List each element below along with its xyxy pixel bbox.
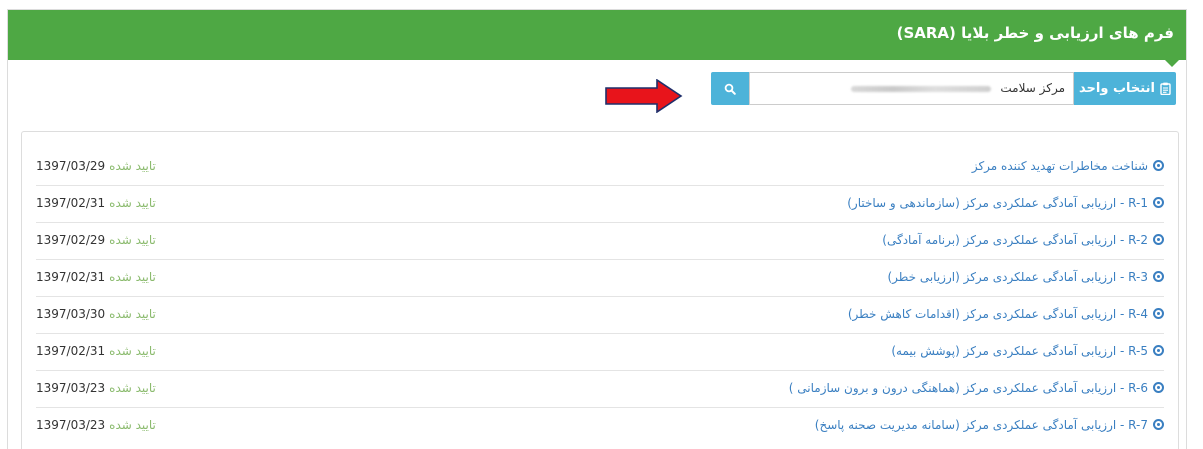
form-status: 1397/02/29 تایید شده [36,233,156,247]
form-status: 1397/02/31 تایید شده [36,270,156,284]
form-date: 1397/03/23 [36,381,106,395]
form-title: R-4 - ارزیابی آمادگی عملکردی مرکز (اقدام… [847,307,1148,321]
status-badge: تایید شده [109,344,156,358]
red-arrow-icon [605,79,683,113]
status-badge: تایید شده [109,159,156,173]
unit-search-input[interactable]: مرکز سلامت [749,72,1074,105]
panel-header: فرم های ارزیابی و خطر بلایا (SARA) [8,10,1186,67]
form-link[interactable]: R-1 - ارزیابی آمادگی عملکردی مرکز (سازما… [847,196,1164,210]
search-button[interactable] [711,72,749,105]
select-unit-button[interactable]: انتخاب واحد [1074,72,1176,105]
form-link[interactable]: R-4 - ارزیابی آمادگی عملکردی مرکز (اقدام… [848,307,1164,321]
clipboard-icon [1160,82,1171,95]
form-date: 1397/03/23 [36,418,106,432]
forms-list: شناخت مخاطرات تهدید کننده مرکز 1397/03/2… [21,131,1179,449]
form-title: R-5 - ارزیابی آمادگی عملکردی مرکز (پوشش … [891,344,1148,358]
circle-dot-icon [1153,308,1164,319]
form-status: 1397/03/29 تایید شده [36,159,156,173]
form-date: 1397/02/31 [36,196,106,210]
circle-dot-icon [1153,160,1164,171]
status-badge: تایید شده [109,270,156,284]
circle-dot-icon [1153,197,1164,208]
list-item: R-1 - ارزیابی آمادگی عملکردی مرکز (سازما… [36,186,1164,223]
status-badge: تایید شده [109,233,156,247]
search-icon [724,83,736,95]
form-status: 1397/03/23 تایید شده [36,418,156,432]
form-title: R-7 - ارزیابی آمادگی عملکردی مرکز (سامان… [814,418,1148,432]
form-date: 1397/02/29 [36,233,106,247]
form-date: 1397/02/31 [36,344,106,358]
form-title: R-1 - ارزیابی آمادگی عملکردی مرکز (سازما… [847,196,1148,210]
status-badge: تایید شده [109,196,156,210]
list-item: R-5 - ارزیابی آمادگی عملکردی مرکز (پوشش … [36,334,1164,371]
blurred-unit-name [850,85,991,92]
form-date: 1397/03/30 [36,307,106,321]
form-date: 1397/03/29 [36,159,106,173]
form-status: 1397/03/23 تایید شده [36,381,156,395]
list-item: R-2 - ارزیابی آمادگی عملکردی مرکز (برنام… [36,223,1164,260]
list-item: R-6 - ارزیابی آمادگی عملکردی مرکز (هماهن… [36,371,1164,408]
list-item: R-7 - ارزیابی آمادگی عملکردی مرکز (سامان… [36,408,1164,445]
form-date: 1397/02/31 [36,270,106,284]
form-link[interactable]: R-2 - ارزیابی آمادگی عملکردی مرکز (برنام… [882,233,1164,247]
select-unit-label: انتخاب واحد [1079,81,1155,96]
form-link[interactable]: R-3 - ارزیابی آمادگی عملکردی مرکز (ارزیا… [887,270,1164,284]
form-link[interactable]: شناخت مخاطرات تهدید کننده مرکز [972,159,1164,173]
circle-dot-icon [1153,271,1164,282]
form-title: R-2 - ارزیابی آمادگی عملکردی مرکز (برنام… [882,233,1148,247]
panel-title: فرم های ارزیابی و خطر بلایا (SARA) [896,24,1174,42]
form-title: شناخت مخاطرات تهدید کننده مرکز [971,159,1148,173]
circle-dot-icon [1153,419,1164,430]
form-title: R-6 - ارزیابی آمادگی عملکردی مرکز (هماهن… [788,381,1148,395]
form-status: 1397/03/30 تایید شده [36,307,156,321]
status-badge: تایید شده [109,307,156,321]
unit-search-input-value: مرکز سلامت [1000,81,1065,95]
circle-dot-icon [1153,382,1164,393]
header-notch [1165,60,1179,67]
page: فرم های ارزیابی و خطر بلایا (SARA) مرکز … [0,0,1203,449]
form-status: 1397/02/31 تایید شده [36,344,156,358]
form-link[interactable]: R-7 - ارزیابی آمادگی عملکردی مرکز (سامان… [815,418,1164,432]
list-item: R-4 - ارزیابی آمادگی عملکردی مرکز (اقدام… [36,297,1164,334]
list-item: R-3 - ارزیابی آمادگی عملکردی مرکز (ارزیا… [36,260,1164,297]
circle-dot-icon [1153,234,1164,245]
form-link[interactable]: R-5 - ارزیابی آمادگی عملکردی مرکز (پوشش … [891,344,1164,358]
unit-search-group: مرکز سلامت انتخاب واحد [711,72,1176,105]
form-status: 1397/02/31 تایید شده [36,196,156,210]
list-item: شناخت مخاطرات تهدید کننده مرکز 1397/03/2… [36,149,1164,186]
form-title: R-3 - ارزیابی آمادگی عملکردی مرکز (ارزیا… [887,270,1148,284]
status-badge: تایید شده [109,418,156,432]
circle-dot-icon [1153,345,1164,356]
status-badge: تایید شده [109,381,156,395]
form-link[interactable]: R-6 - ارزیابی آمادگی عملکردی مرکز (هماهن… [789,381,1164,395]
